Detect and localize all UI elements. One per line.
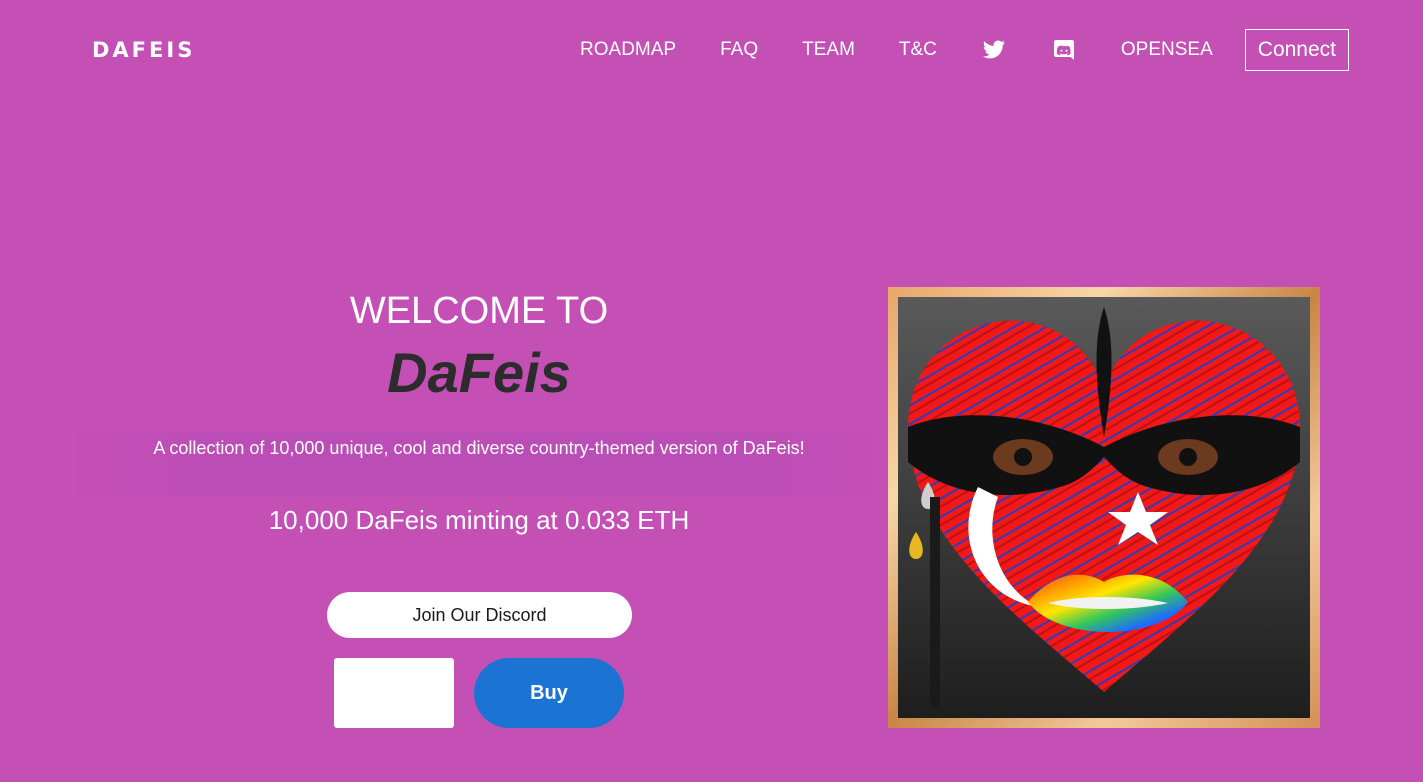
- join-discord-button[interactable]: Join Our Discord: [327, 592, 632, 638]
- mint-quantity-input[interactable]: [334, 658, 454, 728]
- welcome-heading: WELCOME TO: [349, 290, 609, 332]
- hero-title: DaFeis: [387, 341, 571, 404]
- nav-opensea-link[interactable]: OPENSEA: [1121, 39, 1213, 61]
- buy-button[interactable]: Buy: [474, 658, 624, 728]
- connect-button[interactable]: Connect: [1244, 29, 1349, 71]
- nft-artwork-frame: [888, 287, 1320, 728]
- nav-tc-link[interactable]: T&C: [899, 39, 937, 61]
- nft-artwork-image: [898, 297, 1310, 718]
- collection-description: A collection of 10,000 unique, cool and …: [153, 438, 805, 458]
- page: DAFEIS ROADMAP FAQ TEAM T&C OPENSEA Conn…: [0, 0, 1423, 782]
- nav-faq-link[interactable]: FAQ: [720, 39, 758, 61]
- brand-logo[interactable]: DAFEIS: [92, 36, 195, 64]
- twitter-icon[interactable]: [981, 37, 1007, 63]
- nav-roadmap-link[interactable]: ROADMAP: [580, 39, 676, 61]
- top-nav: ROADMAP FAQ TEAM T&C OPENSEA Connect: [580, 28, 1349, 72]
- minting-info: 10,000 DaFeis minting at 0.033 ETH: [268, 505, 690, 535]
- nav-team-link[interactable]: TEAM: [802, 39, 855, 61]
- discord-icon[interactable]: [1051, 37, 1077, 63]
